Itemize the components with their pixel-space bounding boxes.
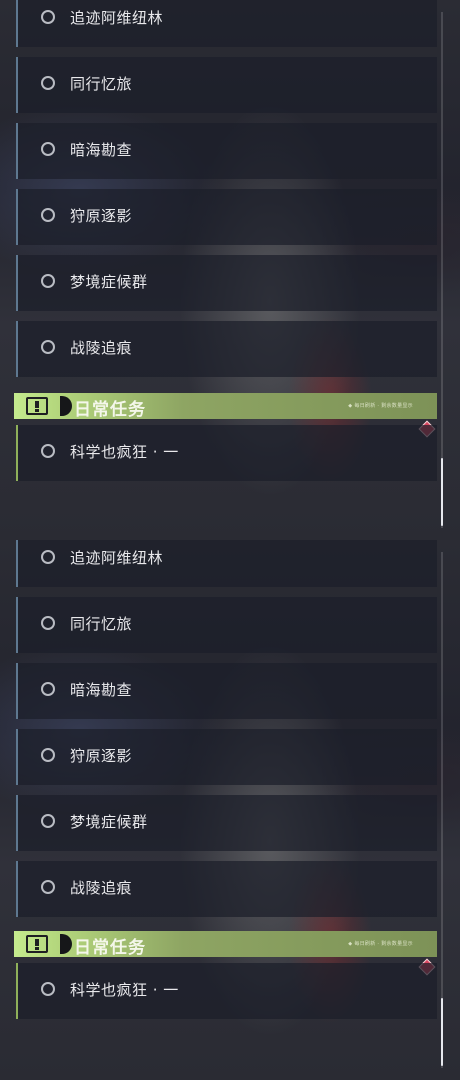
circle-outline-icon xyxy=(41,880,55,894)
quest-item[interactable]: 梦境症候群 xyxy=(16,795,437,851)
section-title: 日常任务 xyxy=(74,400,146,420)
section-subtext: ◆ 每日刷新 · 剩余数量显示 xyxy=(348,941,413,947)
circle-outline-icon xyxy=(41,982,55,996)
quest-panel-1: 追迹阿维纽林 同行忆旅 暗海勘查 狩原逐影 梦境症候群 战陵追痕 日常任务 ◆ … xyxy=(0,0,460,540)
circle-outline-icon xyxy=(41,208,55,222)
quest-label: 科学也疯狂 · 一 xyxy=(70,981,179,999)
section-title: 日常任务 xyxy=(74,938,146,958)
circle-outline-icon xyxy=(41,340,55,354)
quest-label: 梦境症候群 xyxy=(70,273,148,291)
circle-outline-icon xyxy=(41,814,55,828)
quest-item[interactable]: 战陵追痕 xyxy=(16,321,437,377)
quest-label: 同行忆旅 xyxy=(70,75,133,93)
quest-item[interactable]: 梦境症候群 xyxy=(16,255,437,311)
quest-label: 战陵追痕 xyxy=(70,339,133,357)
circle-outline-icon xyxy=(41,748,55,762)
scrollbar-thumb[interactable] xyxy=(441,998,443,1066)
quest-label: 战陵追痕 xyxy=(70,879,133,897)
circle-outline-icon xyxy=(41,550,55,564)
quest-label: 科学也疯狂 · 一 xyxy=(70,443,179,461)
circle-outline-icon xyxy=(41,616,55,630)
daily-quest-item[interactable]: 科学也疯狂 · 一 xyxy=(16,963,437,1019)
circle-outline-icon xyxy=(41,682,55,696)
quest-item[interactable]: 狩原逐影 xyxy=(16,189,437,245)
circle-outline-icon xyxy=(41,76,55,90)
quest-label: 梦境症候群 xyxy=(70,813,148,831)
quest-item[interactable]: 同行忆旅 xyxy=(16,57,437,113)
exclamation-box-icon xyxy=(26,397,48,415)
circle-outline-icon xyxy=(41,444,55,458)
section-subtext: ◆ 每日刷新 · 剩余数量显示 xyxy=(348,403,413,409)
circle-outline-icon xyxy=(41,10,55,24)
quest-item[interactable]: 狩原逐影 xyxy=(16,729,437,785)
quest-item[interactable]: 追迹阿维纽林 xyxy=(16,540,437,587)
quest-item[interactable]: 战陵追痕 xyxy=(16,861,437,917)
header-divider xyxy=(60,396,72,416)
quest-item[interactable]: 暗海勘查 xyxy=(16,663,437,719)
quest-label: 暗海勘查 xyxy=(70,141,133,159)
header-divider xyxy=(60,934,72,954)
daily-quests-header[interactable]: 日常任务 ◆ 每日刷新 · 剩余数量显示 xyxy=(14,393,437,420)
quest-item[interactable]: 追迹阿维纽林 xyxy=(16,0,437,47)
daily-quest-item[interactable]: 科学也疯狂 · 一 xyxy=(16,425,437,481)
scrollbar-track[interactable] xyxy=(441,12,443,528)
quest-label: 同行忆旅 xyxy=(70,615,133,633)
quest-label: 追迹阿维纽林 xyxy=(70,549,164,567)
circle-outline-icon xyxy=(41,142,55,156)
quest-label: 狩原逐影 xyxy=(70,207,133,225)
quest-item[interactable]: 同行忆旅 xyxy=(16,597,437,653)
daily-quests-header[interactable]: 日常任务 ◆ 每日刷新 · 剩余数量显示 xyxy=(14,931,437,958)
scrollbar-thumb[interactable] xyxy=(441,458,443,526)
circle-outline-icon xyxy=(41,274,55,288)
quest-label: 暗海勘查 xyxy=(70,681,133,699)
quest-label: 追迹阿维纽林 xyxy=(70,9,164,27)
exclamation-box-icon xyxy=(26,935,48,953)
quest-item[interactable]: 暗海勘查 xyxy=(16,123,437,179)
quest-label: 狩原逐影 xyxy=(70,747,133,765)
scrollbar-track[interactable] xyxy=(441,552,443,1068)
quest-panel-2: 追迹阿维纽林 同行忆旅 暗海勘查 狩原逐影 梦境症候群 战陵追痕 日常任务 ◆ … xyxy=(0,540,460,1080)
